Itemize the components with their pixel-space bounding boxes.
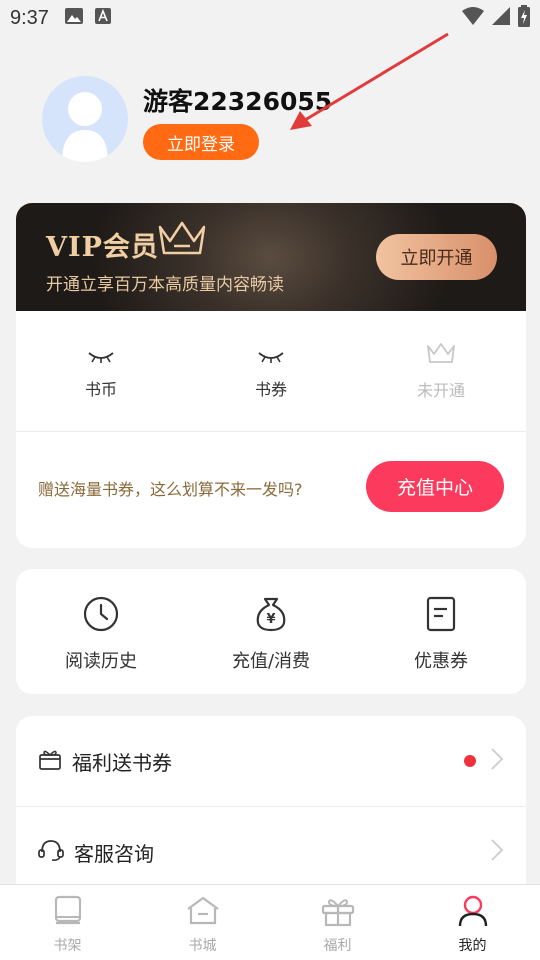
tab-mine[interactable]: 我的: [405, 885, 540, 960]
divider: [16, 431, 526, 432]
stat-vip-status[interactable]: 未开通: [356, 311, 526, 431]
tab-label: 书城: [188, 938, 217, 954]
coupon-icon: [422, 595, 460, 637]
stat-book-coins[interactable]: 书币: [16, 311, 186, 431]
profile-header: 游客22326055 立即登录: [42, 76, 502, 166]
stat-label: 未开通: [416, 381, 465, 400]
quick-label: 阅读历史: [65, 651, 137, 672]
chevron-right-icon: [490, 838, 504, 866]
image-notification-icon: [64, 8, 83, 28]
bookstore-icon: [185, 895, 221, 931]
crown-icon: [425, 341, 457, 369]
headset-icon: [38, 838, 64, 866]
wifi-icon: [462, 7, 484, 29]
status-bar: 9:37: [0, 0, 540, 36]
tab-bookstore[interactable]: 书城: [135, 885, 270, 960]
vip-subtitle: 开通立享百万本高质量内容畅读: [46, 275, 284, 295]
tab-label: 我的: [458, 938, 487, 954]
status-time: 9:37: [10, 6, 49, 29]
menu-label: 客服咨询: [74, 841, 154, 866]
quick-label: 充值/消费: [231, 651, 311, 672]
tab-label: 福利: [323, 938, 352, 954]
avatar[interactable]: [42, 76, 128, 162]
menu-label: 福利送书券: [72, 750, 172, 775]
chevron-right-icon: [490, 747, 504, 775]
stat-label: 书币: [84, 380, 117, 399]
gift-icon: [321, 895, 355, 931]
vip-card: VIP会员 开通立享百万本高质量内容畅读 立即开通 书币 书券 未开通 赠送海量…: [16, 203, 526, 548]
gift-box-icon: [38, 747, 62, 775]
reading-history-button[interactable]: 阅读历史: [16, 569, 186, 694]
tab-label: 书架: [53, 938, 82, 954]
quick-actions-card: 阅读历史 ¥ 充值/消费 优惠券: [16, 569, 526, 694]
vip-title: VIP会员: [46, 232, 159, 263]
closed-eye-icon: [257, 349, 285, 368]
bottom-tab-bar: 书架 书城 福利 我的: [0, 884, 540, 960]
money-bag-icon: ¥: [252, 595, 290, 637]
vip-open-button[interactable]: 立即开通: [376, 234, 497, 280]
closed-eye-icon: [87, 349, 115, 368]
font-notification-icon: [94, 8, 111, 28]
notification-dot: [464, 755, 476, 767]
vip-banner: VIP会员 开通立享百万本高质量内容畅读 立即开通: [16, 203, 526, 311]
login-button[interactable]: 立即登录: [143, 124, 259, 160]
promo-text: 赠送海量书券，这么划算不来一发吗?: [38, 480, 303, 499]
vip-crown-icon: [156, 219, 208, 263]
profile-icon: [456, 895, 490, 931]
bookshelf-icon: [53, 895, 83, 931]
battery-icon: [518, 5, 530, 31]
tab-welfare[interactable]: 福利: [270, 885, 405, 960]
coupons-button[interactable]: 优惠券: [356, 569, 526, 694]
clock-icon: [82, 595, 120, 637]
recharge-consumption-button[interactable]: ¥ 充值/消费: [186, 569, 356, 694]
stat-book-vouchers[interactable]: 书券: [186, 311, 356, 431]
quick-label: 优惠券: [414, 651, 468, 672]
tab-bookshelf[interactable]: 书架: [0, 885, 135, 960]
menu-item-welfare-vouchers[interactable]: 福利送书券: [16, 716, 526, 806]
vip-stats: 书币 书券 未开通: [16, 311, 526, 431]
signal-icon: [492, 7, 510, 29]
stat-label: 书券: [254, 380, 287, 399]
username: 游客22326055: [143, 87, 333, 116]
svg-text:¥: ¥: [266, 612, 275, 627]
recharge-center-button[interactable]: 充值中心: [366, 461, 504, 512]
